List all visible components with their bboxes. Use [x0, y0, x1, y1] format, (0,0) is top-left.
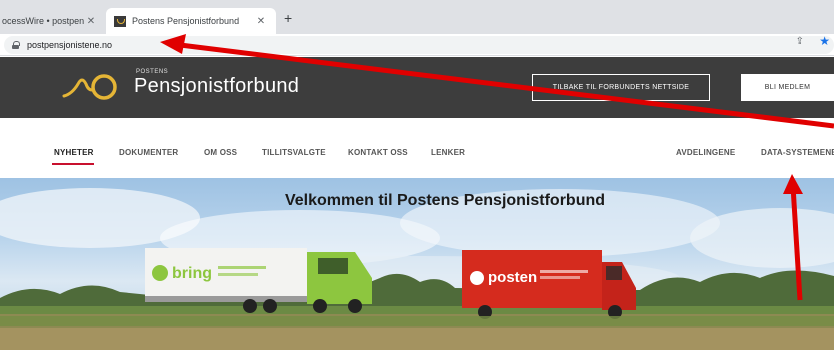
browser-tab-strip: ocessWire • postpensjo ✕ Postens Pensjon… — [0, 0, 834, 34]
screenshot-frame: ocessWire • postpensjo ✕ Postens Pensjon… — [0, 0, 834, 350]
browser-tab-postens[interactable]: Postens Pensjonistforbund ✕ — [106, 8, 276, 34]
tab-title: ocessWire • postpensjo — [2, 16, 84, 26]
join-button[interactable]: BLI MEDLEM — [741, 74, 834, 101]
new-tab-button[interactable]: + — [284, 10, 292, 26]
brand-name[interactable]: Pensjonistforbund — [134, 75, 299, 98]
tab-title: Postens Pensjonistforbund — [132, 16, 240, 26]
nav-item-avdelingene[interactable]: AVDELINGENE — [676, 148, 735, 157]
active-nav-indicator — [52, 163, 94, 165]
browser-tab-processwire[interactable]: ocessWire • postpensjo ✕ — [0, 8, 106, 34]
lock-icon[interactable] — [12, 41, 20, 49]
post-horn-logo-icon[interactable] — [62, 72, 120, 102]
bring-truck-logo: bring — [172, 265, 212, 282]
site-header: POSTENS Pensjonistforbund TILBAKE TIL FO… — [0, 57, 834, 118]
nav-item-kontakt-oss[interactable]: KONTAKT OSS — [348, 148, 408, 157]
nav-item-tillitsvalgte[interactable]: TILLITSVALGTE — [262, 148, 326, 157]
favicon-icon — [114, 15, 126, 27]
posten-truck-logo: posten — [488, 269, 537, 286]
address-bar: postpensjonistene.no ⇪ ★ — [0, 34, 834, 56]
nav-item-lenker[interactable]: LENKER — [431, 148, 465, 157]
nav-item-om-oss[interactable]: OM OSS — [204, 148, 237, 157]
back-to-site-button[interactable]: TILBAKE TIL FORBUNDETS NETTSIDE — [532, 74, 710, 101]
url-text: postpensjonistene.no — [27, 40, 113, 50]
close-icon[interactable]: ✕ — [254, 16, 268, 27]
url-field[interactable]: postpensjonistene.no — [4, 36, 834, 54]
main-navigation: NYHETER DOKUMENTER OM OSS TILLITSVALGTE … — [0, 118, 834, 178]
close-icon[interactable]: ✕ — [84, 16, 98, 27]
nav-item-data-systemene[interactable]: DATA-SYSTEMENE — [761, 148, 834, 157]
nav-item-nyheter[interactable]: NYHETER — [54, 148, 94, 157]
star-icon[interactable]: ★ — [819, 34, 830, 48]
hero-banner: bring posten Velkommen til Postens Pensj… — [0, 178, 834, 350]
hero-title: Velkommen til Postens Pensjonistforbund — [284, 192, 606, 209]
nav-item-dokumenter[interactable]: DOKUMENTER — [119, 148, 178, 157]
share-icon[interactable]: ⇪ — [796, 36, 804, 47]
